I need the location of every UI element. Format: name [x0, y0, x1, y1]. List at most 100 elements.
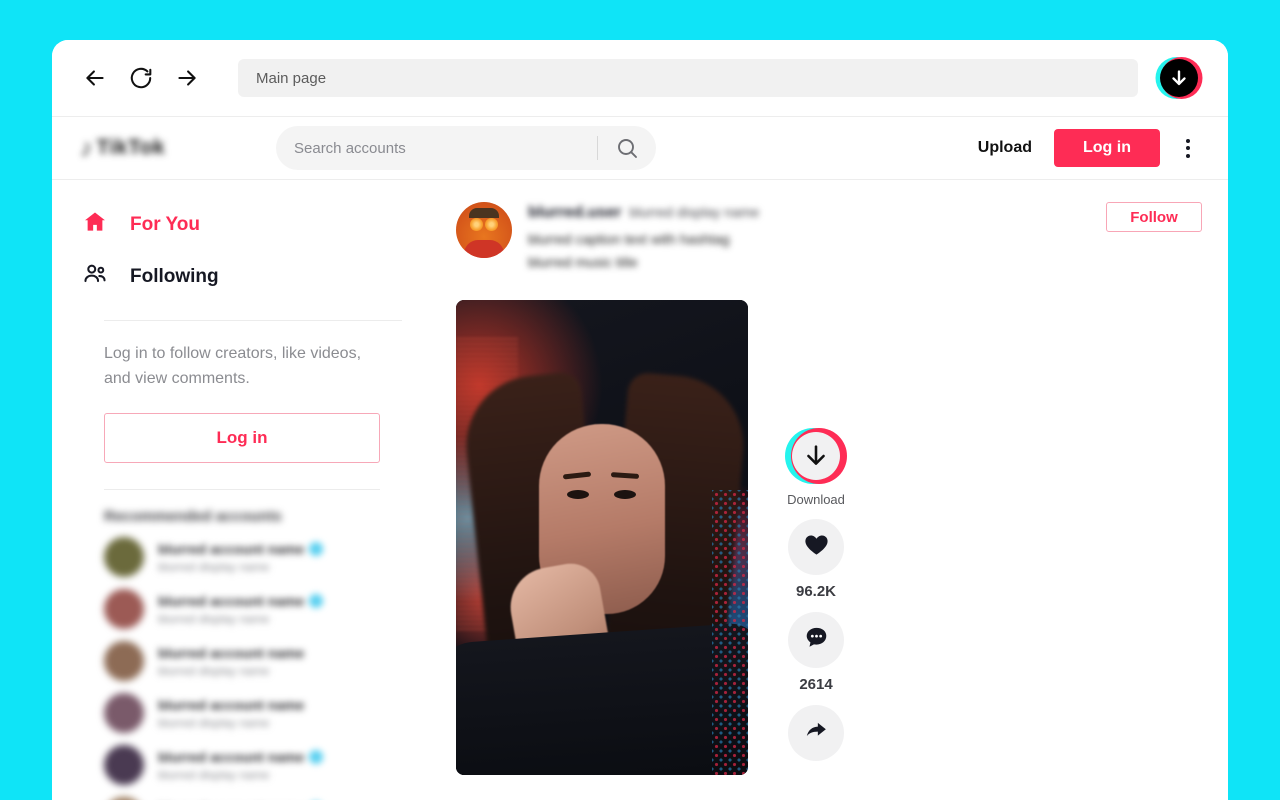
recommended-accounts-title: Recommended accounts	[104, 508, 282, 525]
back-icon[interactable]	[78, 61, 112, 95]
post-header: blurred.user blurred display name blurred…	[456, 202, 1202, 270]
home-icon	[82, 209, 108, 241]
avatar	[104, 641, 144, 681]
video-eye-right	[613, 490, 636, 499]
like-action: 96.2K	[788, 519, 844, 600]
account-meta: blurred account name blurred display nam…	[158, 593, 380, 626]
main-content: For You Following Log in to follow creat…	[52, 180, 1228, 800]
list-item[interactable]: blurred account name blurred display nam…	[82, 791, 402, 800]
account-subtitle: blurred display name	[158, 663, 270, 678]
sidebar-divider-2	[104, 489, 380, 490]
comment-bubble-icon	[803, 624, 830, 656]
verified-badge-icon	[309, 593, 324, 608]
list-item[interactable]: blurred account name blurred display nam…	[82, 635, 402, 687]
video-jacket	[456, 621, 748, 775]
player-row: Download 96.2K 2614	[456, 300, 1202, 775]
author-display-name: blurred display name	[629, 204, 760, 220]
header-actions: Upload Log in	[978, 129, 1194, 167]
music-note-icon: ♪	[80, 133, 93, 162]
sidebar-item-label: For You	[130, 214, 201, 235]
avatar	[104, 589, 144, 629]
account-meta: blurred account name blurred display nam…	[158, 697, 380, 730]
orange-slice-icon	[470, 217, 483, 231]
avatar	[104, 745, 144, 785]
share-action	[788, 705, 844, 761]
avatar-body	[464, 240, 504, 258]
list-item[interactable]: blurred account name blurred display nam…	[82, 531, 402, 583]
sidebar-item-label: Following	[130, 266, 219, 287]
logo-text: TikTok	[96, 136, 166, 159]
post-author-line[interactable]: blurred.user blurred display name	[528, 204, 1076, 222]
download-button[interactable]	[784, 428, 847, 484]
account-subtitle: blurred display name	[158, 611, 270, 626]
address-bar-text: Main page	[256, 69, 327, 87]
download-action: Download	[784, 428, 847, 507]
post-music[interactable]: blurred music title	[528, 254, 1076, 270]
sidebar-login-button[interactable]: Log in	[104, 413, 380, 463]
browser-toolbar: Main page	[52, 40, 1228, 117]
search-input[interactable]	[276, 139, 597, 157]
video-led-panel	[712, 490, 748, 775]
share-button[interactable]	[788, 705, 844, 761]
tiktok-logo[interactable]: ♪ TikTok	[80, 131, 204, 165]
kebab-menu-icon[interactable]	[1182, 133, 1194, 164]
post-author-avatar[interactable]	[456, 202, 512, 258]
comment-button[interactable]	[788, 612, 844, 668]
avatar	[104, 537, 144, 577]
verified-badge-icon	[309, 541, 324, 556]
account-name: blurred account name	[158, 540, 305, 557]
avatar	[104, 693, 144, 733]
site-header: ♪ TikTok Upload Log in	[52, 117, 1228, 180]
video-player[interactable]	[456, 300, 748, 775]
search-bar[interactable]	[276, 126, 656, 170]
account-meta: blurred account name blurred display nam…	[158, 541, 380, 574]
search-icon[interactable]	[598, 126, 656, 170]
account-name: blurred account name	[158, 696, 305, 713]
list-item[interactable]: blurred account name blurred display nam…	[82, 583, 402, 635]
author-username: blurred.user	[528, 204, 622, 221]
header-login-button[interactable]: Log in	[1054, 129, 1160, 167]
heart-icon	[803, 531, 830, 563]
account-name: blurred account name	[158, 644, 305, 661]
list-item[interactable]: blurred account name blurred display nam…	[82, 687, 402, 739]
account-subtitle: blurred display name	[158, 559, 270, 574]
forward-icon[interactable]	[170, 61, 204, 95]
avatar-hair	[469, 207, 499, 218]
browser-download-badge-icon[interactable]	[1155, 57, 1203, 99]
sidebar: For You Following Log in to follow creat…	[52, 180, 430, 800]
like-button[interactable]	[788, 519, 844, 575]
browser-window: Main page ♪ TikTok Upload Log in	[52, 40, 1228, 800]
action-rail: Download 96.2K 2614	[766, 300, 866, 773]
account-name: blurred account name	[158, 592, 305, 609]
follow-button[interactable]: Follow	[1106, 202, 1202, 232]
recommended-accounts-list: blurred account name blurred display nam…	[82, 531, 402, 800]
account-meta: blurred account name blurred display nam…	[158, 749, 380, 782]
address-bar[interactable]: Main page	[238, 59, 1138, 97]
reload-icon[interactable]	[124, 61, 158, 95]
orange-slice-icon	[485, 217, 498, 231]
like-count: 96.2K	[795, 583, 837, 600]
verified-badge-icon	[309, 749, 324, 764]
account-name: blurred account name	[158, 748, 305, 765]
login-prompt-text: Log in to follow creators, like videos, …	[104, 345, 362, 387]
account-subtitle: blurred display name	[158, 767, 270, 782]
video-feed: blurred.user blurred display name blurred…	[430, 180, 1228, 800]
badge-core	[1160, 59, 1198, 97]
download-label: Download	[787, 492, 845, 507]
post-text: blurred.user blurred display name blurred…	[528, 202, 1076, 270]
comment-count: 2614	[799, 676, 833, 693]
sidebar-divider	[104, 320, 402, 321]
avatar-face	[469, 217, 499, 238]
account-subtitle: blurred display name	[158, 715, 270, 730]
video-eye-left	[566, 490, 589, 499]
sidebar-item-for-you[interactable]: For You	[82, 202, 402, 248]
sidebar-item-following[interactable]: Following	[82, 254, 402, 300]
share-arrow-icon	[803, 717, 830, 749]
people-icon	[82, 261, 108, 293]
download-arrow-icon	[791, 432, 840, 480]
list-item[interactable]: blurred account name blurred display nam…	[82, 739, 402, 791]
post-caption: blurred caption text with hashtag	[528, 231, 730, 247]
comment-action: 2614	[788, 612, 844, 693]
account-meta: blurred account name blurred display nam…	[158, 645, 380, 678]
upload-button[interactable]: Upload	[978, 139, 1032, 157]
